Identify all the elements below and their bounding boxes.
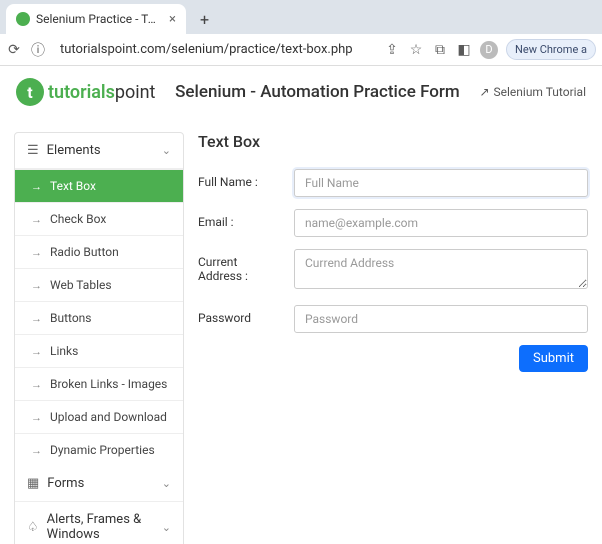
sidebar-cat-elements[interactable]: ☰ Elements ⌄ bbox=[15, 133, 183, 169]
external-link[interactable]: ↗ Selenium Tutorial bbox=[479, 85, 586, 99]
extensions-icon[interactable]: ⧉ bbox=[432, 42, 448, 58]
label-password: Password bbox=[198, 305, 284, 325]
tab-bar: Selenium Practice - Text Box × + bbox=[0, 0, 602, 34]
label-email: Email : bbox=[198, 209, 284, 229]
share-icon[interactable]: ⇪ bbox=[384, 42, 400, 58]
logo-text-b: point bbox=[115, 82, 156, 103]
bell-icon: ♤ bbox=[27, 520, 39, 535]
sidebar-item-label: Web Tables bbox=[50, 278, 112, 292]
sidebar-item-label: Radio Button bbox=[50, 245, 119, 259]
sidebar-item-label: Buttons bbox=[50, 311, 92, 325]
label-address: Current Address : bbox=[198, 249, 284, 283]
new-chrome-chip[interactable]: New Chrome a bbox=[506, 39, 596, 60]
page: t tutorialspoint Selenium - Automation P… bbox=[0, 66, 602, 544]
sidebar-item-links[interactable]: → Links bbox=[15, 335, 183, 368]
new-tab-button[interactable]: + bbox=[192, 6, 217, 33]
sidebar-item-web-tables[interactable]: → Web Tables bbox=[15, 269, 183, 302]
email-input[interactable] bbox=[294, 209, 588, 237]
arrow-right-icon: → bbox=[31, 246, 42, 259]
form-row-email: Email : bbox=[198, 209, 588, 237]
submit-button[interactable]: Submit bbox=[519, 345, 588, 372]
main-panel: Text Box Full Name : Email : Current Add… bbox=[198, 132, 588, 544]
form-row-password: Password bbox=[198, 305, 588, 333]
sidebar-item-label: Broken Links - Images bbox=[50, 377, 167, 391]
address-input[interactable] bbox=[294, 249, 588, 289]
sidebar-cat-forms[interactable]: ▦ Forms ⌄ bbox=[15, 466, 183, 502]
sidebar-item-label: Upload and Download bbox=[50, 410, 167, 424]
toolbar-right: ⇪ ☆ ⧉ ◧ D New Chrome a bbox=[384, 39, 596, 60]
arrow-right-icon: → bbox=[31, 312, 42, 325]
sidebar-item-label: Check Box bbox=[50, 212, 106, 226]
profile-avatar[interactable]: D bbox=[480, 41, 498, 59]
arrow-right-icon: → bbox=[31, 180, 42, 193]
content: ☰ Elements ⌄ → Text Box → Check Box → Radio … bbox=[0, 118, 602, 544]
sidebar-item-label: Dynamic Properties bbox=[50, 443, 155, 457]
sidebar-sublist: → Text Box → Check Box → Radio Button → Web … bbox=[15, 169, 183, 466]
fullname-input[interactable] bbox=[294, 169, 588, 197]
label-fullname: Full Name : bbox=[198, 169, 284, 189]
external-link-label: Selenium Tutorial bbox=[494, 85, 587, 99]
external-link-icon: ↗ bbox=[479, 85, 489, 99]
sidebar-cat-alerts[interactable]: ♤ Alerts, Frames & Windows ⌄ bbox=[15, 502, 183, 544]
sidebar-item-label: Links bbox=[50, 344, 78, 358]
sidebar-cat-label: Elements bbox=[47, 143, 101, 158]
arrow-right-icon: → bbox=[31, 345, 42, 358]
sidepane-icon[interactable]: ◧ bbox=[456, 42, 472, 58]
sidebar-item-text-box[interactable]: → Text Box bbox=[15, 170, 183, 203]
menu-icon: ☰ bbox=[27, 143, 39, 158]
arrow-right-icon: → bbox=[31, 444, 42, 457]
sidebar-item-buttons[interactable]: → Buttons bbox=[15, 302, 183, 335]
arrow-right-icon: → bbox=[31, 411, 42, 424]
logo-text-a: tutorials bbox=[48, 82, 115, 103]
logo-mark-icon: t bbox=[16, 78, 44, 106]
submit-row: Submit bbox=[198, 345, 588, 372]
chevron-down-icon: ⌄ bbox=[162, 144, 171, 157]
section-heading: Text Box bbox=[198, 132, 588, 151]
url-field[interactable]: tutorialspoint.com/selenium/practice/tex… bbox=[54, 38, 376, 61]
logo[interactable]: t tutorialspoint bbox=[16, 78, 155, 106]
reload-icon[interactable]: ⟳ bbox=[6, 42, 22, 58]
arrow-right-icon: → bbox=[31, 279, 42, 292]
form-row-address: Current Address : bbox=[198, 249, 588, 293]
sidebar-cat-label: Forms bbox=[47, 476, 84, 491]
sidebar-item-radio-button[interactable]: → Radio Button bbox=[15, 236, 183, 269]
page-title: Selenium - Automation Practice Form bbox=[155, 82, 479, 102]
tab-title: Selenium Practice - Text Box bbox=[36, 12, 159, 26]
sidebar-item-label: Text Box bbox=[50, 179, 96, 193]
password-input[interactable] bbox=[294, 305, 588, 333]
chevron-down-icon: ⌄ bbox=[162, 477, 171, 490]
sidebar-item-dynamic-properties[interactable]: → Dynamic Properties bbox=[15, 434, 183, 466]
browser-tab[interactable]: Selenium Practice - Text Box × bbox=[6, 4, 186, 34]
site-info-icon[interactable]: ⓘ bbox=[30, 40, 46, 60]
address-bar: ⟳ ⓘ tutorialspoint.com/selenium/practice… bbox=[0, 34, 602, 66]
star-icon[interactable]: ☆ bbox=[408, 42, 424, 58]
form-row-fullname: Full Name : bbox=[198, 169, 588, 197]
sidebar-item-check-box[interactable]: → Check Box bbox=[15, 203, 183, 236]
chevron-down-icon: ⌄ bbox=[162, 521, 171, 534]
logo-text: tutorialspoint bbox=[48, 82, 155, 103]
arrow-right-icon: → bbox=[31, 213, 42, 226]
page-header: t tutorialspoint Selenium - Automation P… bbox=[0, 66, 602, 118]
form-icon: ▦ bbox=[27, 476, 39, 491]
close-icon[interactable]: × bbox=[169, 12, 176, 27]
arrow-right-icon: → bbox=[31, 378, 42, 391]
browser-chrome: Selenium Practice - Text Box × + ⟳ ⓘ tut… bbox=[0, 0, 602, 66]
sidebar: ☰ Elements ⌄ → Text Box → Check Box → Radio … bbox=[14, 132, 184, 544]
sidebar-item-upload-download[interactable]: → Upload and Download bbox=[15, 401, 183, 434]
sidebar-cat-label: Alerts, Frames & Windows bbox=[47, 512, 162, 542]
sidebar-item-broken-links[interactable]: → Broken Links - Images bbox=[15, 368, 183, 401]
favicon bbox=[16, 12, 30, 26]
